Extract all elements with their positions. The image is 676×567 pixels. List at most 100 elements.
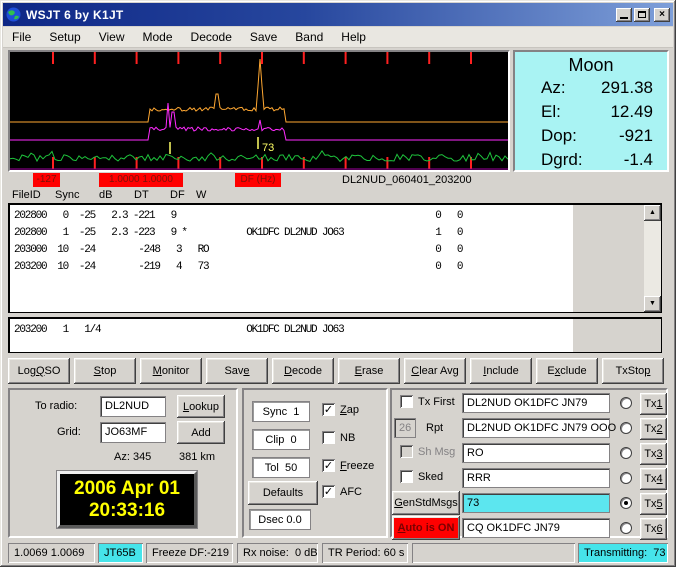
tx1-button[interactable]: Tx 1: [640, 393, 667, 415]
auto-toggle-button[interactable]: Auto is ON: [392, 516, 460, 540]
tx-radio[interactable]: [620, 422, 632, 434]
to-radio-label: To radio:: [35, 400, 78, 412]
sync-control[interactable]: Sync 1: [252, 401, 310, 422]
tx5-message-field[interactable]: 73: [462, 493, 610, 513]
menu-decode[interactable]: Decode: [182, 27, 241, 47]
nb-checkbox[interactable]: [322, 431, 335, 444]
spectrum-display[interactable]: 73: [8, 50, 510, 172]
average-line: 203200 1 1/4 OK1DFC DL2NUD JO63: [14, 324, 345, 336]
menu-help[interactable]: Help: [332, 27, 375, 47]
gen-std-msgs-button[interactable]: GenStdMsgs: [392, 491, 460, 515]
log-qso-button[interactable]: Log Q SO: [8, 358, 70, 384]
decode-line: 202800 1 -25 2.3 -223 9 * OK1DFC DL2NUD …: [14, 227, 463, 239]
col-db: dB: [99, 189, 113, 201]
clip-control[interactable]: Clip 0: [252, 429, 310, 450]
menu-mode[interactable]: Mode: [134, 27, 182, 47]
moon-dgrd-row: Dgrd: -1.4: [541, 150, 653, 174]
include-button[interactable]: Include: [470, 358, 532, 384]
grid-input[interactable]: JO63MF: [100, 422, 166, 443]
tx6-message-field[interactable]: CQ OK1DFC JN79: [462, 518, 610, 538]
tx-radio[interactable]: [620, 397, 632, 409]
sh-msg-label: Sh Msg: [418, 446, 456, 458]
moon-info-panel: Moon Az: 291.38 El: 12.49 Dop: -921 Dgrd…: [513, 50, 669, 172]
status-freq-ratio: 1.0069 1.0069: [8, 543, 95, 563]
rpt-value-box: 26: [394, 418, 416, 438]
col-df: DF: [170, 189, 185, 201]
app-globe-icon: [6, 7, 21, 22]
minimize-button[interactable]: [616, 7, 632, 22]
sh-msg-checkbox[interactable]: [400, 445, 413, 458]
stop-button[interactable]: Stop: [74, 358, 136, 384]
tx3-message-field[interactable]: RO: [462, 443, 610, 463]
col-w: W: [196, 189, 207, 201]
tx4-message-field[interactable]: RRR: [462, 468, 610, 488]
rpt-label: Rpt: [426, 422, 444, 434]
freeze-checkbox[interactable]: ✓: [322, 459, 335, 472]
tx2-button[interactable]: Tx 2: [640, 418, 667, 440]
menu-bar: File Setup View Mode Decode Save Band He…: [3, 27, 673, 48]
menu-file[interactable]: File: [3, 27, 40, 47]
wsjt-window: WSJT 6 by K1JT × File Setup View Mode De…: [0, 0, 676, 567]
tx4-button[interactable]: Tx 4: [640, 468, 667, 490]
moon-az-value: 291.38: [601, 78, 653, 97]
tx5-button[interactable]: Tx 5: [640, 493, 667, 515]
moon-az-label: Az:: [541, 78, 566, 97]
defaults-button[interactable]: Defaults: [248, 481, 318, 505]
scroll-up-icon[interactable]: ▲: [644, 205, 661, 221]
decode-line: 203000 10 -24 -248 3 RO 0 0: [14, 244, 463, 256]
menu-view[interactable]: View: [90, 27, 134, 47]
moon-title: Moon: [568, 55, 614, 75]
dsec-control[interactable]: Dsec 0.0: [249, 509, 311, 530]
azimuth-value: Az: 345: [114, 451, 152, 463]
clear-avg-button[interactable]: Clear Avg: [404, 358, 466, 384]
tx-radio[interactable]: [620, 497, 632, 509]
tx-radio[interactable]: [620, 472, 632, 484]
tx-radio[interactable]: [620, 447, 632, 459]
tx6-button[interactable]: Tx 6: [640, 518, 667, 540]
average-text-area[interactable]: 203200 1 1/4 OK1DFC DL2NUD JO63: [8, 317, 662, 353]
lookup-button[interactable]: Lookup: [177, 395, 225, 418]
exclude-button[interactable]: Ex clude: [536, 358, 598, 384]
tx1-message-field[interactable]: DL2NUD OK1DFC JN79: [462, 393, 610, 413]
sample-rate-indicator: 1.0000 1.0000: [99, 173, 183, 187]
decode-button[interactable]: Decode: [272, 358, 334, 384]
erase-button[interactable]: Erase: [338, 358, 400, 384]
decode-line: 203200 10 -24 -219 4 73 0 0: [14, 261, 463, 273]
monitor-button[interactable]: Monitor: [140, 358, 202, 384]
tx-messages-panel: Tx First DL2NUD OK1DFC JN79 Tx 1 26 Rpt D…: [390, 388, 668, 540]
to-radio-input[interactable]: DL2NUD: [100, 396, 166, 417]
sked-checkbox[interactable]: [400, 470, 413, 483]
moon-az-row: Az: 291.38: [541, 78, 653, 102]
tx3-button[interactable]: Tx 3: [640, 443, 667, 465]
tol-control[interactable]: Tol 50: [252, 457, 310, 478]
grid-label: Grid:: [57, 426, 81, 438]
scroll-down-icon[interactable]: ▼: [644, 296, 661, 312]
add-button[interactable]: Add: [177, 421, 225, 444]
tx2-message-field[interactable]: DL2NUD OK1DFC JN79 OOO: [462, 418, 616, 438]
afc-checkbox[interactable]: ✓: [322, 485, 335, 498]
menu-band[interactable]: Band: [286, 27, 332, 47]
txstop-button[interactable]: TxSto p: [602, 358, 664, 384]
tx-first-label: Tx First: [418, 396, 455, 408]
parameters-panel: Sync 1 Clip 0 Tol 50 Defaults Dsec 0.0 ✓…: [242, 388, 388, 538]
average-area-filler: [573, 319, 661, 352]
wav-filename: DL2NUD_060401_203200: [342, 174, 472, 186]
tx-first-checkbox[interactable]: [400, 395, 413, 408]
menu-setup[interactable]: Setup: [40, 27, 89, 47]
station-panel: To radio: DL2NUD Lookup Grid: JO63MF Add…: [8, 388, 238, 538]
status-mode-badge: JT65B: [98, 543, 143, 563]
tx-radio[interactable]: [620, 522, 632, 534]
decode-scrollbar[interactable]: ▲ ▼: [644, 205, 661, 312]
menu-save[interactable]: Save: [241, 27, 286, 47]
zap-checkbox[interactable]: ✓: [322, 403, 335, 416]
afc-label: AFC: [340, 486, 362, 498]
decode-text-area[interactable]: 202800 0 -25 2.3 -221 9 0 0 202800 1 -25…: [8, 203, 662, 313]
utc-clock: 2006 Apr 01 20:33:16: [56, 470, 198, 529]
maximize-button[interactable]: [634, 7, 650, 22]
moon-el-label: El:: [541, 102, 561, 121]
status-freeze-df: Freeze DF:-219: [146, 543, 233, 563]
close-icon[interactable]: ×: [654, 7, 670, 22]
df-axis-label: DF (Hz): [235, 173, 281, 187]
save-button[interactable]: Sav e: [206, 358, 268, 384]
moon-dop-label: Dop:: [541, 126, 577, 145]
